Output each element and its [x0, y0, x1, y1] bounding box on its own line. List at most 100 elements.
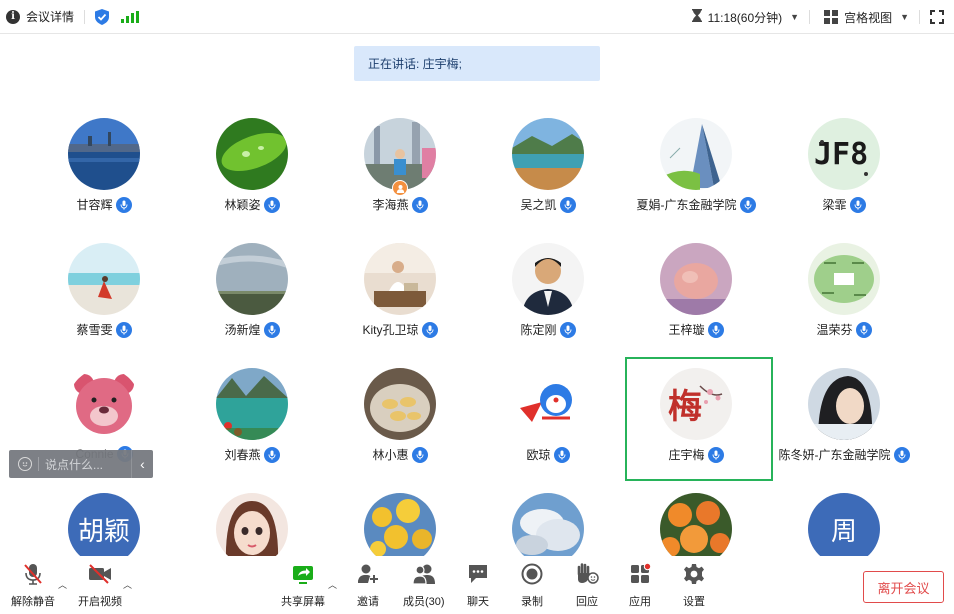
share-options-chevron-icon[interactable]: ︿ — [328, 578, 337, 591]
participant-avatar — [364, 493, 436, 565]
emoji-icon[interactable] — [18, 457, 32, 471]
participant-name: 陈定刚 — [520, 323, 557, 337]
record-button[interactable]: 录制 — [521, 562, 543, 609]
participant-tile[interactable]: 甘容辉 — [30, 110, 178, 234]
participant-name-row: 陈定刚 — [474, 321, 622, 338]
view-mode-label: 宫格视图 — [844, 10, 893, 25]
participant-name: 梁霏 — [822, 198, 847, 212]
participant-name: 吴之凯 — [520, 198, 557, 212]
participant-avatar — [660, 118, 732, 190]
participant-tile[interactable]: 林颖姿 — [178, 110, 326, 234]
gear-icon — [683, 562, 705, 586]
chat-button[interactable]: 聊天 — [467, 562, 489, 609]
participant-name: 欧琼 — [526, 448, 551, 462]
participant-name-row: 林颖姿 — [178, 196, 326, 213]
microphone-icon — [263, 321, 280, 338]
unmute-button[interactable]: 解除静音 — [11, 562, 55, 609]
participant-name: 甘容辉 — [76, 198, 113, 212]
participant-tile[interactable]: 刘春燕 — [178, 360, 326, 484]
participant-tile[interactable]: 梅庄宇梅 — [622, 360, 770, 484]
participant-tile[interactable]: 蔡雪雯 — [30, 235, 178, 359]
participant-avatar — [364, 243, 436, 315]
chat-quick-input[interactable]: 说点什么... ‹ — [9, 450, 153, 478]
collapse-chevron-icon[interactable]: ‹ — [131, 450, 153, 478]
participant-avatar: 梅 — [660, 368, 732, 440]
participant-name-row: 王梓璇 — [622, 321, 770, 338]
participant-name: 刘春燕 — [224, 448, 261, 462]
chat-label: 聊天 — [467, 596, 489, 608]
participant-avatar: JF8 — [808, 118, 880, 190]
members-button[interactable]: 成员(30) — [403, 562, 445, 609]
react-label: 回应 — [576, 596, 598, 608]
react-button[interactable]: 回应 — [575, 562, 599, 609]
raise-hand-icon — [575, 562, 599, 586]
participant-avatar — [216, 118, 288, 190]
video-options-chevron-icon[interactable]: ︿ — [123, 578, 132, 591]
participant-avatar — [512, 368, 584, 440]
start-video-button[interactable]: 开启视频 — [78, 562, 122, 609]
participant-name-row: 吴之凯 — [474, 196, 622, 213]
participant-name-row: Kity孔卫琼 — [326, 321, 474, 338]
meeting-timer[interactable]: 11:18(60分钟) ▼ — [691, 9, 799, 26]
participant-avatar — [808, 368, 880, 440]
audio-options-chevron-icon[interactable]: ︿ — [58, 578, 67, 591]
microphone-icon — [707, 446, 724, 463]
participant-avatar — [660, 493, 732, 565]
microphone-muted-icon — [22, 562, 44, 586]
microphone-icon — [421, 321, 438, 338]
grid-view-icon — [824, 10, 839, 24]
participant-avatar — [512, 243, 584, 315]
unmute-label: 解除静音 — [11, 596, 55, 608]
participant-name-row: 温荣芬 — [770, 321, 918, 338]
meeting-details-link[interactable]: 会议详情 — [26, 8, 74, 25]
participant-tile[interactable]: 欧琼 — [474, 360, 622, 484]
participant-name: 陈冬妍-广东金融学院 — [778, 448, 891, 462]
participant-tile[interactable]: 夏娟-广东金融学院 — [622, 110, 770, 234]
invite-button[interactable]: 邀请 — [357, 562, 379, 609]
network-signal-icon[interactable] — [121, 10, 140, 23]
record-icon — [521, 562, 543, 586]
participant-tile[interactable]: Kity孔卫琼 — [326, 235, 474, 359]
microphone-icon — [115, 321, 132, 338]
participant-name: 李海燕 — [372, 198, 409, 212]
divider — [809, 10, 811, 24]
participant-name-row: 林小惠 — [326, 446, 474, 463]
timer-text: 11:18(60分钟) — [707, 10, 783, 25]
participant-tile[interactable]: 陈定刚 — [474, 235, 622, 359]
chat-input[interactable]: 说点什么... — [45, 456, 131, 473]
participant-avatar — [808, 243, 880, 315]
participant-name-row: 欧琼 — [474, 446, 622, 463]
info-icon[interactable]: i — [6, 9, 20, 24]
view-mode-selector[interactable]: 宫格视图 ▼ — [824, 9, 909, 26]
microphone-icon — [893, 446, 910, 463]
participant-avatar: 胡颖 — [68, 493, 140, 565]
fullscreen-icon[interactable] — [920, 0, 954, 34]
participant-tile[interactable]: 林小惠 — [326, 360, 474, 484]
participant-name: 夏娟-广东金融学院 — [636, 198, 737, 212]
participant-tile[interactable]: 王梓璇 — [622, 235, 770, 359]
participant-tile[interactable]: 陈冬妍-广东金融学院 — [770, 360, 918, 484]
participant-tile[interactable]: 温荣芬 — [770, 235, 918, 359]
microphone-icon — [553, 446, 570, 463]
participant-avatar — [68, 118, 140, 190]
participant-tile[interactable]: JF8 梁霏 — [770, 110, 918, 234]
participant-tile[interactable]: 吴之凯 — [474, 110, 622, 234]
participant-avatar — [216, 368, 288, 440]
apps-button[interactable]: 应用 — [629, 562, 651, 609]
chat-bubble-icon — [467, 562, 489, 586]
security-shield-icon[interactable] — [95, 8, 110, 25]
participant-tile[interactable]: 汤新煌 — [178, 235, 326, 359]
microphone-icon — [263, 196, 280, 213]
participant-avatar — [68, 243, 140, 315]
share-screen-icon — [292, 562, 314, 586]
top-bar: i 会议详情 11:18(60分钟) ▼ 宫格视图 ▼ — [0, 0, 954, 34]
participant-name-row: 李海燕 — [326, 196, 474, 213]
microphone-icon — [115, 196, 132, 213]
active-speaker-banner: 正在讲话: 庄宇梅; — [354, 46, 600, 81]
share-screen-button[interactable]: 共享屏幕 — [281, 562, 325, 609]
leave-meeting-button[interactable]: 离开会议 — [863, 571, 944, 603]
participant-avatar — [216, 493, 288, 565]
participant-tile[interactable]: 李海燕 — [326, 110, 474, 234]
participant-avatar — [512, 493, 584, 565]
settings-button[interactable]: 设置 — [683, 562, 705, 609]
